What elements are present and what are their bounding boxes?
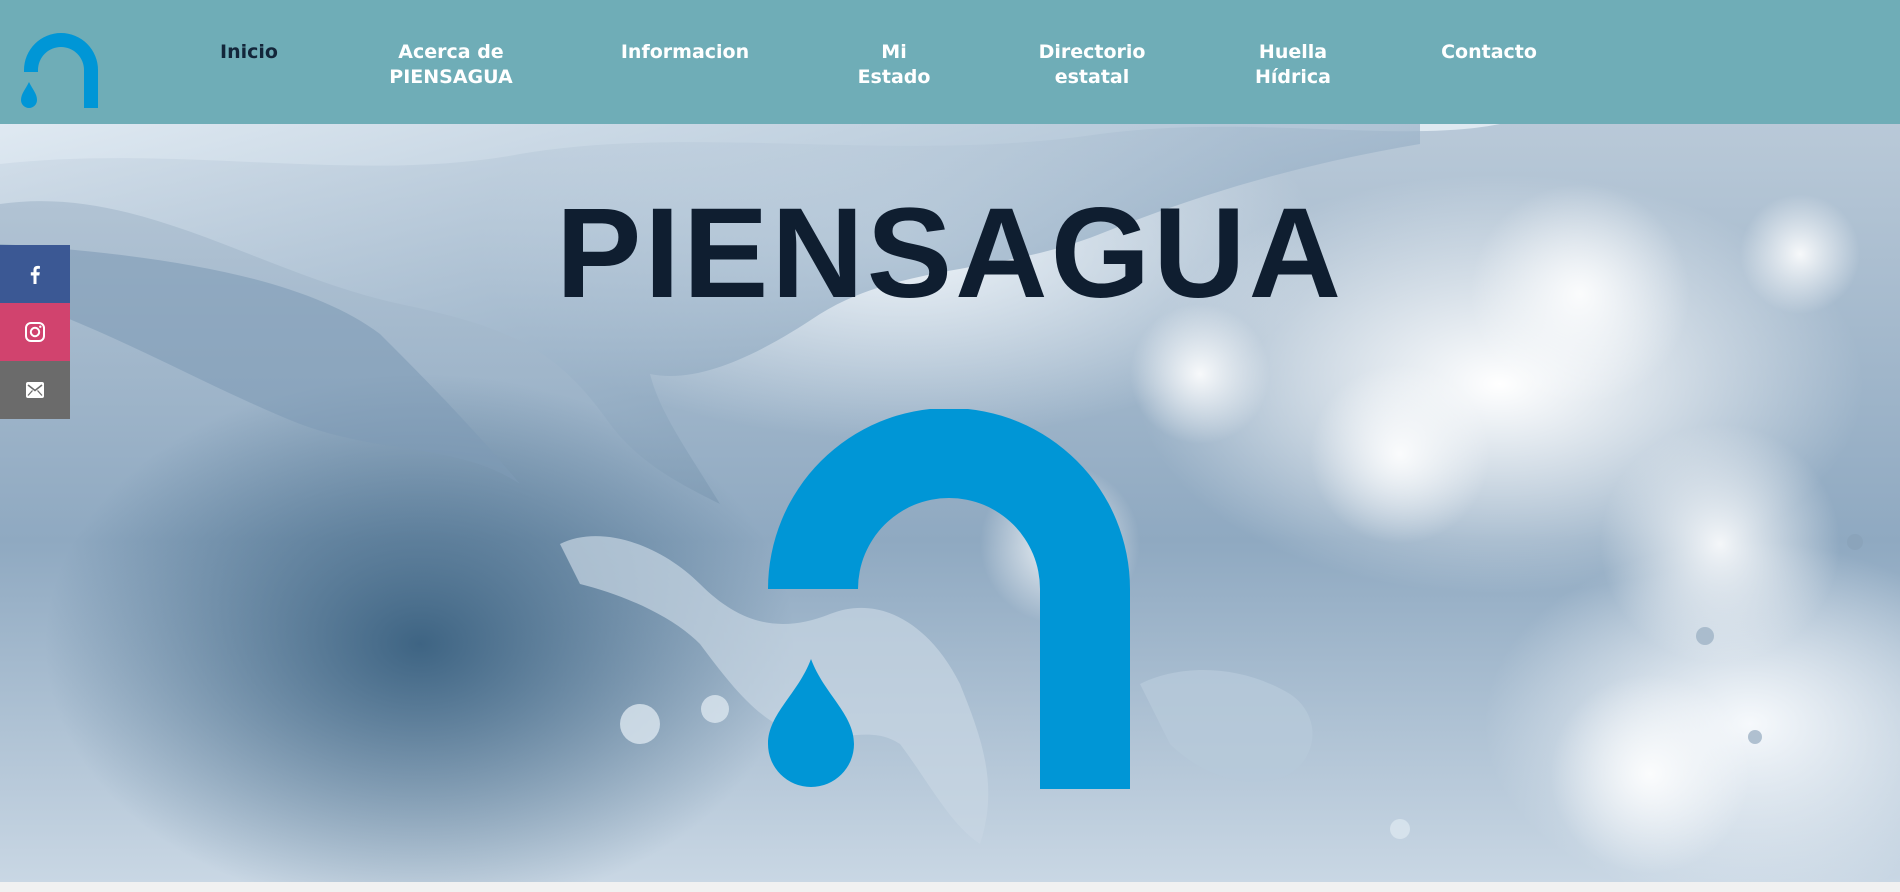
header: Inicio Acerca de PIENSAGUA Informacion M… (0, 0, 1900, 124)
nav-item-inicio[interactable]: Inicio (220, 40, 278, 65)
nav-label-line2: estatal (1054, 66, 1130, 88)
facebook-icon (30, 265, 40, 284)
hero-banner: PIENSAGUA (0, 124, 1900, 882)
nav-item-acerca[interactable]: Acerca de PIENSAGUA (389, 40, 512, 90)
bottom-strip (0, 882, 1900, 892)
nav-label-line1: Huella (1258, 41, 1328, 63)
instagram-button[interactable] (0, 303, 70, 361)
nav-label-line1: Directorio (1038, 41, 1146, 63)
social-sidebar (0, 245, 70, 419)
instagram-icon (25, 322, 45, 342)
nav-item-informacion[interactable]: Informacion (621, 40, 749, 65)
nav-item-contacto[interactable]: Contacto (1441, 40, 1537, 65)
nav-label-line2: Hídrica (1255, 66, 1331, 88)
nav-item-directorio[interactable]: Directorio estatal (1039, 40, 1146, 90)
nav-label-line1: Acerca de (398, 41, 504, 63)
nav-item-huella[interactable]: Huella Hídrica (1255, 40, 1331, 90)
nav-label-line1: Mi (881, 41, 907, 63)
facebook-button[interactable] (0, 245, 70, 303)
piensagua-logo-icon (768, 409, 1130, 789)
nav-label-line2: Estado (857, 66, 931, 88)
nav-item-mi-estado[interactable]: Mi Estado (858, 40, 931, 90)
mail-icon (26, 382, 44, 398)
email-button[interactable] (0, 361, 70, 419)
nav-label-line2: PIENSAGUA (389, 66, 513, 88)
page: Inicio Acerca de PIENSAGUA Informacion M… (0, 0, 1900, 892)
main-nav: Inicio Acerca de PIENSAGUA Informacion M… (0, 0, 1900, 124)
hero-title: PIENSAGUA (556, 182, 1344, 325)
